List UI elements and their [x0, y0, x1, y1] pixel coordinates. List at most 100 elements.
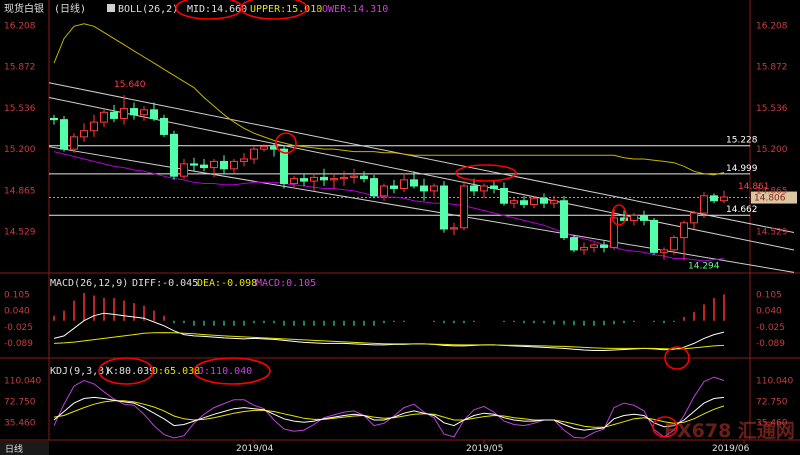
macd-histogram: [53, 293, 725, 326]
candle-down: [540, 197, 548, 204]
candle-up: [670, 237, 678, 251]
candle-up: [550, 200, 558, 204]
macd-tick-left: -0.089: [4, 339, 33, 349]
candle-up: [530, 197, 538, 205]
level-label: 14.999: [726, 164, 758, 174]
candle-down: [190, 163, 198, 166]
candle-down: [320, 176, 328, 181]
kdj-k-line: [53, 396, 725, 431]
macd-tick-right: -0.089: [756, 339, 785, 349]
candle-up: [590, 244, 598, 248]
bollinger-bands: [53, 23, 725, 262]
candle-down: [60, 119, 68, 150]
candle-up: [260, 146, 268, 150]
candle-down: [390, 185, 398, 189]
period-tab-label: 日线: [5, 443, 23, 455]
time-tick-label: 2019/05: [466, 444, 503, 454]
kdj-d: D:65.038: [152, 366, 200, 377]
macd-tick-left: 0.105: [4, 290, 30, 300]
candle-down: [570, 237, 578, 251]
price-tick-left: 15.536: [4, 104, 36, 114]
candle-up: [80, 130, 88, 138]
period-label: (日线): [54, 2, 86, 15]
boll-name: BOLL(26,2): [118, 4, 178, 15]
kdj-tick-right: 72.750: [756, 398, 788, 408]
macd-tick-right: 0.105: [756, 290, 782, 300]
candle-down: [520, 200, 528, 205]
time-tick-label: 2019/06: [712, 444, 750, 454]
symbol-name: 现货白银: [4, 2, 44, 15]
level-label: 15.228: [726, 136, 758, 146]
candle-down: [440, 185, 448, 230]
low-label: 14.294: [688, 261, 720, 271]
candle-down: [50, 117, 58, 121]
boll-upper-line: [53, 23, 725, 176]
candle-down: [600, 244, 608, 248]
candle-up: [330, 178, 338, 181]
macd-dea: DEA:-0.098: [197, 278, 257, 289]
macd-diff: DIFF:-0.045: [132, 278, 198, 289]
time-tick-label: 2019/04: [236, 444, 274, 454]
candle-up: [100, 111, 108, 123]
macd-tick-right: 0.040: [756, 307, 782, 317]
candle-down: [490, 185, 498, 189]
macd-tick-left: -0.025: [4, 323, 33, 333]
candle-down: [620, 217, 628, 221]
candle-down: [300, 178, 308, 182]
candle-down: [500, 187, 508, 204]
level-label: 14.662: [726, 205, 758, 215]
chart-root: 15.228 14.999 14.662 14.806 16.208 16.208 15.…: [0, 0, 800, 455]
candle-up: [660, 249, 668, 253]
candle-up: [480, 185, 488, 192]
candle-down: [410, 179, 418, 187]
annotation-ellipse: [455, 164, 517, 182]
candle-up: [700, 195, 708, 214]
candle-up: [580, 246, 588, 251]
time-axis: 2019/04 2019/05 2019/06: [236, 440, 750, 454]
candle-down: [110, 111, 118, 119]
candle-down: [560, 200, 568, 239]
candle-up: [720, 196, 728, 202]
kdj-lines: [53, 376, 725, 439]
candle-up: [210, 160, 218, 169]
candle-up: [180, 163, 188, 177]
candles: [50, 95, 728, 261]
kdj-k: K:80.039: [107, 366, 155, 377]
candle-down: [640, 214, 648, 221]
price-tick-right: 16.208: [756, 21, 788, 31]
candle-up: [240, 158, 248, 162]
price-tick-left: 14.865: [4, 186, 36, 196]
candle-down: [710, 195, 718, 202]
candle-down: [370, 178, 378, 197]
price-tick-right: 15.536: [756, 104, 788, 114]
price-tick-left: 15.872: [4, 63, 36, 73]
candle-up: [230, 160, 238, 170]
boll-lower: LOWER:14.310: [316, 4, 388, 15]
macd-tick-right: -0.025: [756, 323, 785, 333]
macd-name: MACD(26,12,9): [50, 278, 128, 289]
candle-up: [400, 179, 408, 189]
candle-up: [340, 176, 348, 180]
candle-up: [690, 212, 698, 224]
candle-down: [470, 185, 478, 192]
price-tick-right: 15.200: [756, 145, 788, 155]
candle-up: [310, 176, 318, 182]
macd-axis: 0.105 0.105 0.040 0.040 -0.025 -0.025 -0.089 -0…: [4, 290, 785, 349]
candle-down: [150, 109, 158, 119]
candle-up: [630, 214, 638, 221]
candle-down: [130, 108, 138, 116]
candle-up: [70, 136, 78, 150]
kdj-tick-left: 35.460: [4, 419, 36, 429]
candle-up: [510, 200, 518, 204]
boll-upper: UPPER:15.010: [250, 4, 322, 15]
candle-down: [160, 117, 168, 135]
candle-up: [350, 175, 358, 178]
candle-up: [430, 185, 438, 192]
kdj-tick-right: 110.040: [756, 376, 793, 386]
candle-up: [680, 222, 688, 239]
high-label: 15.640: [114, 80, 146, 90]
price-tick-left: 16.208: [4, 21, 36, 31]
trend-channel: [48, 82, 795, 273]
macd-tick-left: 0.040: [4, 307, 30, 317]
candle-down: [280, 148, 288, 185]
